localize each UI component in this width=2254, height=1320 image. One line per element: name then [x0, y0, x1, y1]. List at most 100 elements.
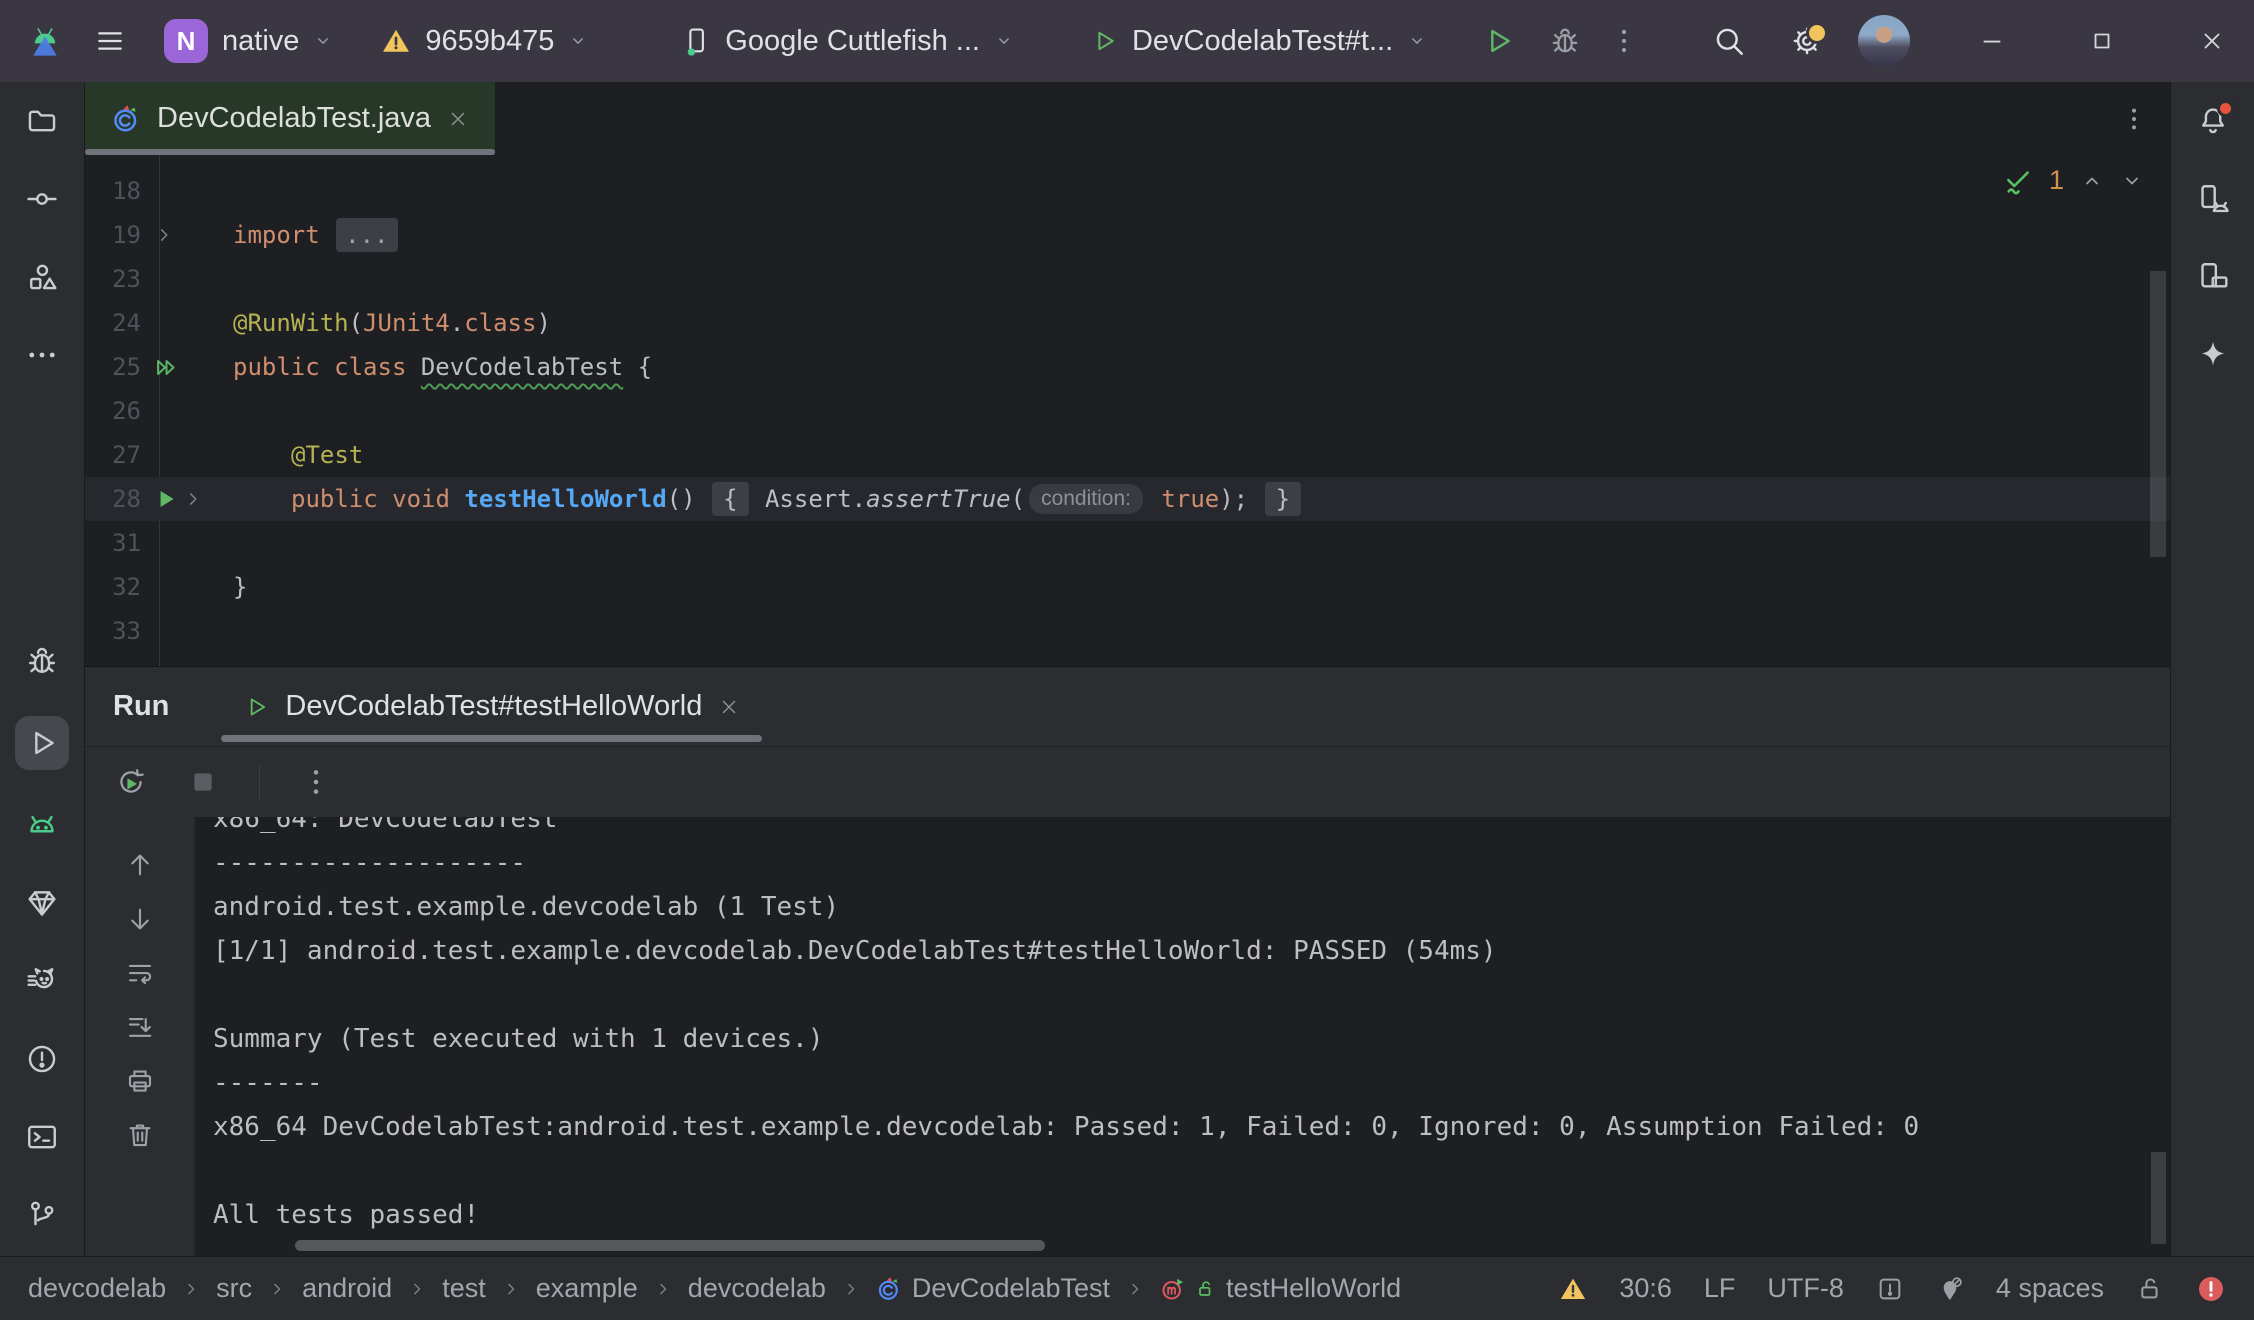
android-icon — [25, 808, 59, 842]
search-everywhere-button[interactable] — [1712, 24, 1746, 58]
editor-notifications-icon[interactable] — [1876, 1275, 1904, 1303]
run-test-icon[interactable] — [153, 486, 179, 512]
fold-icon[interactable] — [182, 488, 204, 510]
more-options-button[interactable] — [294, 762, 338, 802]
main-menu-button[interactable] — [94, 25, 126, 57]
sidebar-item-version-control[interactable] — [15, 1192, 69, 1238]
editor-tab-bar: DevCodelabTest.java — [85, 82, 2170, 155]
sidebar-item-terminal[interactable] — [15, 1114, 69, 1160]
token-plain — [1147, 485, 1161, 513]
editor-line-27: 27@Test — [85, 433, 2170, 477]
console-vertical-scrollbar[interactable] — [2151, 1152, 2166, 1244]
sidebar-item-gemini[interactable] — [2186, 332, 2240, 378]
breadcrumb-label: devcodelab — [688, 1273, 826, 1304]
token-plain: ( — [1011, 485, 1025, 513]
breadcrumb-item-testhelloworld[interactable]: testHelloWorld — [1160, 1273, 1401, 1304]
next-issue-icon[interactable] — [2120, 169, 2144, 193]
settings-button[interactable] — [1790, 24, 1824, 58]
file-encoding[interactable]: UTF-8 — [1767, 1273, 1844, 1304]
code-text[interactable]: public class DevCodelabTest { — [219, 353, 652, 381]
chevron-right-icon — [267, 1279, 287, 1299]
editor-line-26: 26 — [85, 389, 2170, 433]
account-button[interactable] — [1858, 15, 1910, 67]
prev-occurrence-button[interactable] — [118, 845, 162, 885]
breadcrumb-item-devcodelab[interactable]: devcodelab — [28, 1273, 166, 1304]
sidebar-item-running-devices[interactable] — [2186, 254, 2240, 300]
clear-all-button[interactable] — [118, 1115, 162, 1155]
token-method: testHelloWorld — [464, 485, 666, 513]
bug-icon — [1549, 25, 1581, 57]
code-editor[interactable]: 1819import ...2324@RunWith(JUnit4.class)… — [85, 155, 2170, 666]
editor-tab-devcodelabtest[interactable]: DevCodelabTest.java — [85, 82, 495, 155]
stop-button[interactable] — [181, 762, 225, 802]
run-configuration-selector[interactable]: DevCodelabTest#t... — [1080, 17, 1437, 66]
run-tab-testhelloworld[interactable]: DevCodelabTest#testHelloWorld — [217, 667, 766, 746]
inspections-count: 1 — [2049, 165, 2064, 196]
minimize-button[interactable] — [1964, 13, 2020, 69]
prev-issue-icon[interactable] — [2080, 169, 2104, 193]
sidebar-item-app-quality-insights[interactable] — [15, 880, 69, 926]
sidebar-item-profiler[interactable] — [15, 958, 69, 1004]
run-button[interactable] — [1481, 24, 1515, 58]
toolbar-divider — [259, 764, 260, 800]
line-separator[interactable]: LF — [1704, 1273, 1736, 1304]
breadcrumb-item-test[interactable]: test — [442, 1273, 486, 1304]
console-area: x86_64: DevCodelabTest------------------… — [85, 817, 2170, 1256]
error-notification-icon[interactable] — [2196, 1274, 2226, 1304]
maximize-button[interactable] — [2074, 13, 2130, 69]
caret-position[interactable]: 30:6 — [1619, 1273, 1672, 1304]
token-keyword: class — [334, 353, 406, 381]
console-horizontal-scrollbar[interactable] — [295, 1240, 1045, 1251]
soft-wrap-button[interactable] — [118, 953, 162, 993]
code-text[interactable]: @RunWith(JUnit4.class) — [219, 309, 551, 337]
sidebar-item-project[interactable] — [15, 98, 69, 144]
file-writable-icon[interactable] — [2136, 1275, 2164, 1303]
code-text[interactable]: import ... — [219, 218, 400, 252]
code-text[interactable]: } — [219, 573, 247, 601]
more-actions-button[interactable] — [1609, 26, 1639, 56]
sidebar-item-notifications[interactable] — [2186, 98, 2240, 144]
editor-line-33: 33 — [85, 609, 2170, 653]
close-tab-button[interactable] — [447, 108, 469, 130]
sidebar-item-device-manager[interactable] — [2186, 176, 2240, 222]
code-text[interactable]: public void testHelloWorld() { Assert.as… — [219, 482, 1303, 516]
breadcrumb-item-devcodelabtest[interactable]: DevCodelabTest — [876, 1273, 1110, 1304]
project-selector[interactable]: N native — [154, 11, 343, 71]
indent-setting[interactable]: 4 spaces — [1996, 1273, 2104, 1304]
rerun-button[interactable] — [109, 762, 153, 802]
inspections-widget[interactable]: 1 — [2003, 165, 2144, 196]
run-class-icon[interactable] — [153, 354, 180, 381]
console-line: Summary (Test executed with 1 devices.) — [213, 1017, 2170, 1061]
breadcrumb: devcodelab src android test example devcodela… — [28, 1273, 1401, 1304]
close-button[interactable] — [2184, 13, 2240, 69]
sidebar-item-commit[interactable] — [15, 176, 69, 222]
editor-scrollbar[interactable] — [2150, 271, 2166, 557]
warning-icon[interactable] — [1559, 1275, 1587, 1303]
sidebar-item-more-tool-windows[interactable] — [15, 332, 69, 378]
sidebar-item-resource-manager[interactable] — [15, 254, 69, 300]
sidebar-item-debug[interactable] — [15, 638, 69, 684]
breadcrumb-item-src[interactable]: src — [216, 1273, 252, 1304]
code-text[interactable]: @Test — [219, 441, 363, 469]
breadcrumb-item-android[interactable]: android — [302, 1273, 392, 1304]
tab-options-button[interactable] — [2120, 105, 2148, 133]
scroll-to-end-button[interactable] — [118, 1007, 162, 1047]
branch-selector[interactable]: 9659b475 — [371, 17, 598, 66]
chevron-down-icon — [1407, 31, 1427, 51]
sidebar-item-run[interactable] — [15, 716, 69, 770]
breadcrumb-item-example[interactable]: example — [536, 1273, 638, 1304]
device-selector[interactable]: Google Cuttlefish ... — [671, 17, 1024, 66]
print-button[interactable] — [118, 1061, 162, 1101]
close-run-tab-button[interactable] — [718, 696, 740, 718]
console-output[interactable]: x86_64: DevCodelabTest------------------… — [195, 817, 2170, 1256]
next-occurrence-button[interactable] — [118, 899, 162, 939]
fold-icon[interactable] — [153, 224, 175, 246]
sidebar-item-problems[interactable] — [15, 1036, 69, 1082]
sidebar-item-logcat[interactable] — [15, 802, 69, 848]
breadcrumb-item-devcodelab[interactable]: devcodelab — [688, 1273, 826, 1304]
rerun-icon — [115, 766, 147, 798]
debug-button[interactable] — [1549, 25, 1581, 57]
folder-icon — [25, 104, 59, 138]
branch-name: 9659b475 — [425, 25, 554, 58]
highlighting-level-icon[interactable] — [1936, 1275, 1964, 1303]
